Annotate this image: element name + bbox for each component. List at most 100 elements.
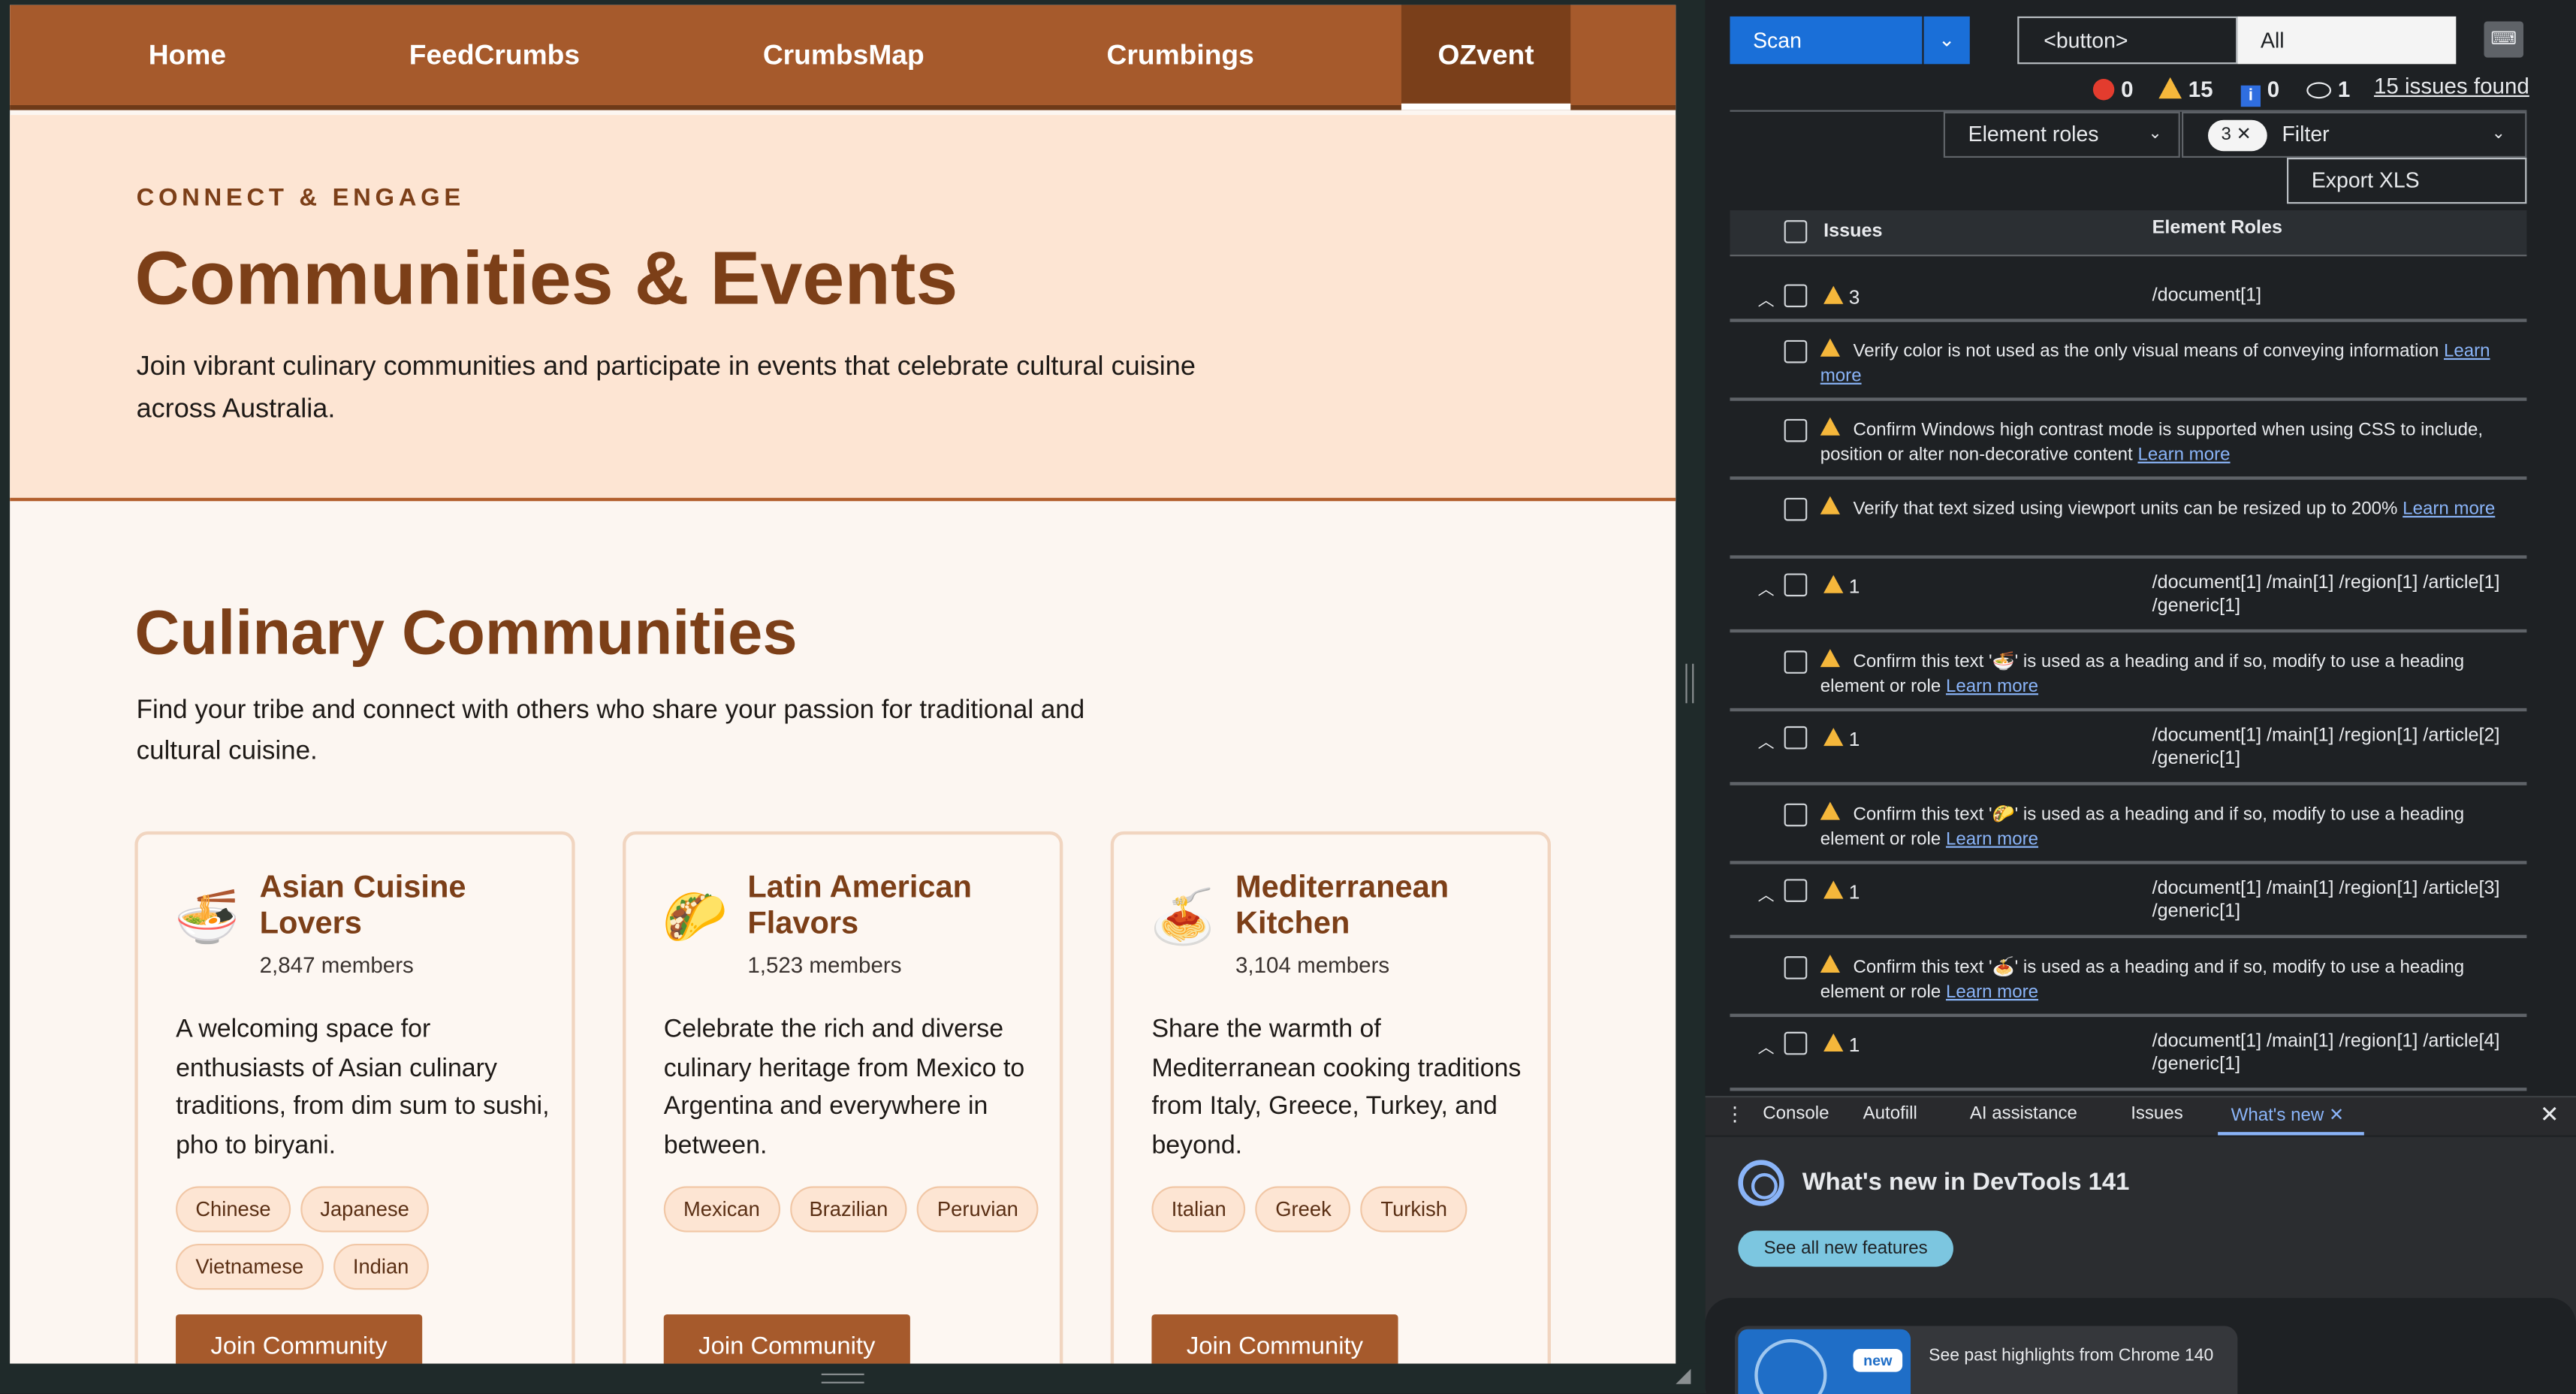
issue-group-row[interactable]: ︿ 1 /document[1] /main[1] /region[1] /ar… <box>1730 867 2527 939</box>
member-count: 1,523 members <box>747 952 902 978</box>
learn-more-link[interactable]: Learn more <box>2403 499 2495 519</box>
cuisine-tag: Mexican <box>663 1186 780 1233</box>
resize-corner-icon[interactable]: ◢ <box>1676 1364 1691 1387</box>
chevron-up-icon[interactable]: ︿ <box>1758 1033 1775 1058</box>
row-checkbox[interactable] <box>1784 1031 1808 1055</box>
community-description: Celebrate the rich and diverse culinary … <box>663 1015 1025 1160</box>
chevron-up-icon[interactable]: ︿ <box>1758 881 1775 905</box>
issue-group-row[interactable]: ︿ 1 /document[1] /main[1] /region[1] /ar… <box>1730 562 2527 633</box>
drag-handle-icon[interactable] <box>821 1373 864 1383</box>
tab-autofill[interactable]: Autofill <box>1863 1104 1917 1124</box>
tab-whats-new[interactable]: What's new ✕ <box>2231 1104 2344 1125</box>
issues-found-link[interactable]: 15 issues found <box>2374 74 2529 98</box>
issue-item-row[interactable]: Verify that text sized using viewport un… <box>1730 483 2527 559</box>
scan-button[interactable]: Scan <box>1730 16 1923 65</box>
chevron-down-icon[interactable]: ⌄ <box>1923 16 1970 65</box>
warning-count: 15 <box>2158 76 2213 105</box>
close-icon[interactable]: ✕ <box>2540 1101 2559 1129</box>
element-roles-dropdown[interactable]: Element roles ⌄ <box>1943 111 2180 158</box>
issues-table-header: Issues Element Roles <box>1730 210 2527 257</box>
new-badge: new <box>1853 1348 1903 1372</box>
row-checkbox[interactable] <box>1784 339 1808 364</box>
row-checkbox[interactable] <box>1784 956 1808 979</box>
member-count: 3,104 members <box>1235 952 1390 978</box>
cuisine-tag: Greek <box>1256 1186 1352 1233</box>
panel-splitter-handle[interactable] <box>1685 663 1694 704</box>
error-count: 0 <box>2092 76 2134 105</box>
learn-more-link[interactable]: Learn more <box>1946 677 2038 696</box>
nav-home[interactable]: Home <box>105 5 270 110</box>
close-icon[interactable]: ✕ <box>2329 1106 2344 1125</box>
nav-feedcrumbs[interactable]: FeedCrumbs <box>388 5 601 110</box>
learn-more-link[interactable]: Learn more <box>1946 982 2038 1002</box>
close-icon[interactable]: ✕ <box>2237 125 2252 144</box>
issue-item-row[interactable]: Verify color is not used as the only vis… <box>1730 325 2527 401</box>
section-title: Culinary Communities <box>134 599 798 669</box>
nav-crumbings[interactable]: Crumbings <box>1086 5 1275 110</box>
see-all-features-button[interactable]: See all new features <box>1738 1230 1953 1267</box>
cuisine-tag: Brazilian <box>789 1186 908 1233</box>
more-options-icon[interactable]: ⋮ <box>1725 1103 1745 1126</box>
chevron-up-icon[interactable]: ︿ <box>1758 728 1775 753</box>
warning-icon <box>1820 649 1840 668</box>
issue-group-row[interactable]: ︿ 1 /document[1] /main[1] /region[1] /ar… <box>1730 715 2527 786</box>
cuisine-tag: Vietnamese <box>176 1243 324 1290</box>
row-checkbox[interactable] <box>1784 879 1808 902</box>
warning-icon <box>2158 77 2182 99</box>
row-checkbox[interactable] <box>1784 418 1808 442</box>
highlights-card[interactable]: new See past highlights from Chrome 140 <box>1735 1326 2238 1394</box>
element-path: /document[1] /main[1] /region[1] /articl… <box>2152 726 2500 769</box>
select-all-checkbox[interactable] <box>1784 220 1808 243</box>
issue-item-row[interactable]: Confirm this text '🍝' is used as a headi… <box>1730 941 2527 1018</box>
chevron-up-icon[interactable]: ︿ <box>1758 575 1775 599</box>
warning-icon <box>1823 880 1844 899</box>
issue-item-row[interactable]: Confirm Windows high contrast mode is su… <box>1730 404 2527 480</box>
learn-more-link[interactable]: Learn more <box>2137 445 2230 465</box>
cuisine-tags: Chinese Japanese Vietnamese Indian <box>176 1186 550 1290</box>
join-community-button[interactable]: Join Community <box>176 1314 423 1364</box>
filter-chip[interactable]: 3 ✕ <box>2208 119 2267 152</box>
learn-more-link[interactable]: Learn more <box>1946 830 2038 849</box>
chevron-down-icon: ⌄ <box>2491 125 2505 143</box>
join-community-button[interactable]: Join Community <box>1151 1314 1398 1364</box>
export-xls-button[interactable]: Export XLS <box>2287 158 2527 204</box>
chevron-up-icon[interactable]: ︿ <box>1758 286 1775 310</box>
row-checkbox[interactable] <box>1784 284 1808 308</box>
row-checkbox[interactable] <box>1784 650 1808 674</box>
row-checkbox[interactable] <box>1784 726 1808 750</box>
roles-column-header: Element Roles <box>2152 218 2282 239</box>
row-checkbox[interactable] <box>1784 573 1808 597</box>
info-icon: i <box>2240 85 2261 107</box>
cuisine-tags: Mexican Brazilian Peruvian <box>663 1186 1039 1233</box>
nav-ozvent[interactable]: OZvent <box>1401 5 1571 110</box>
warning-icon <box>1820 338 1840 357</box>
site-nav: Home FeedCrumbs CrumbsMap Crumbings OZve… <box>10 5 1676 110</box>
drawer-tab-bar: ⋮ Console Autofill AI assistance Issues … <box>1705 1096 2576 1136</box>
element-selector-input[interactable]: <button> <box>2017 16 2238 65</box>
issue-group-row[interactable]: ︿ 1 /document[1] /main[1] /region[1] /ar… <box>1730 1020 2527 1091</box>
web-page: Home FeedCrumbs CrumbsMap Crumbings OZve… <box>10 5 1676 1364</box>
warning-icon <box>1823 728 1844 747</box>
row-checkbox[interactable] <box>1784 497 1808 521</box>
play-icon <box>1754 1338 1827 1394</box>
page-title: Communities & Events <box>134 234 958 321</box>
whats-new-drawer: What's new in DevTools 141 See all new f… <box>1705 1136 2576 1394</box>
join-community-button[interactable]: Join Community <box>663 1314 910 1364</box>
eye-slash-icon <box>2306 82 2332 99</box>
nav-crumbsmap[interactable]: CrumbsMap <box>741 5 946 110</box>
cuisine-tag: Peruvian <box>917 1186 1039 1233</box>
highlight-text: See past highlights from Chrome 140 <box>1929 1345 2214 1365</box>
row-checkbox[interactable] <box>1784 803 1808 827</box>
issue-item-row[interactable]: Confirm this text '🌮' is used as a headi… <box>1730 789 2527 864</box>
cuisine-tags: Italian Greek Turkish <box>1151 1186 1526 1233</box>
hero-eyebrow: CONNECT & ENGAGE <box>136 184 465 213</box>
tab-console[interactable]: Console <box>1763 1104 1829 1124</box>
issue-group-row[interactable]: ︿ 3 /document[1] <box>1730 273 2527 322</box>
warning-icon <box>1823 285 1844 304</box>
keyboard-icon[interactable]: ⌨ <box>2484 21 2523 58</box>
tab-issues[interactable]: Issues <box>2131 1104 2183 1124</box>
filter-dropdown[interactable]: 3 ✕ Filter ⌄ <box>2182 111 2527 158</box>
issue-item-row[interactable]: Confirm this text '🍜' is used as a headi… <box>1730 636 2527 712</box>
tab-ai-assistance[interactable]: AI assistance <box>1970 1104 2077 1124</box>
scope-select[interactable]: All <box>2237 16 2457 65</box>
